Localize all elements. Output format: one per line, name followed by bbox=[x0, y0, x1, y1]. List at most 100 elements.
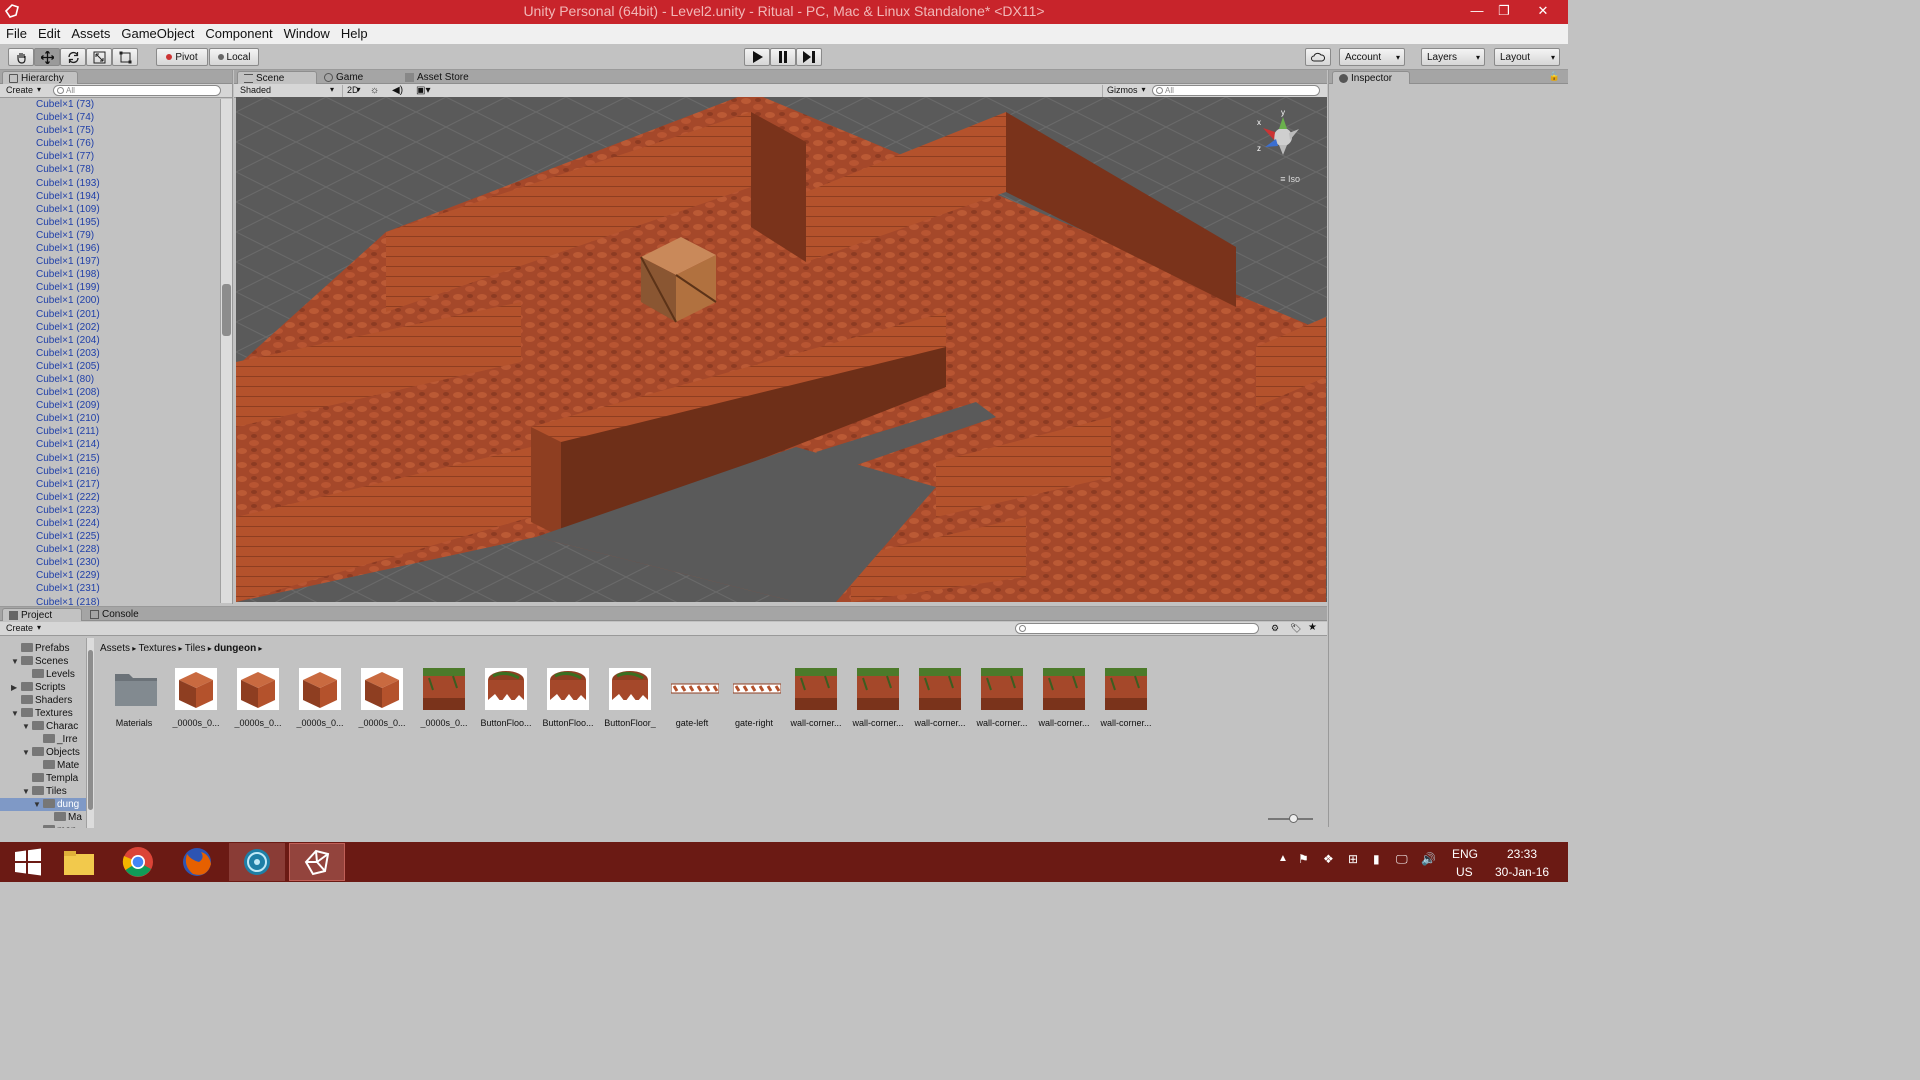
lock-icon[interactable]: 🔒 bbox=[1549, 71, 1560, 82]
hand-tool-button[interactable] bbox=[8, 48, 34, 66]
account-dropdown[interactable]: Account ▾ bbox=[1339, 48, 1405, 66]
menu-gameobject[interactable]: GameObject bbox=[115, 24, 199, 44]
rotate-tool-button[interactable] bbox=[60, 48, 86, 66]
play-button[interactable] bbox=[744, 48, 770, 66]
hierarchy-item[interactable]: Cubel×1 (228) bbox=[0, 543, 220, 556]
expand-arrow-icon[interactable]: ▼ bbox=[22, 746, 30, 759]
hierarchy-item[interactable]: Cubel×1 (205) bbox=[0, 360, 220, 373]
hierarchy-scrollbar-thumb[interactable] bbox=[222, 284, 231, 336]
hierarchy-item[interactable]: Cubel×1 (224) bbox=[0, 517, 220, 530]
hierarchy-item[interactable]: Cubel×1 (223) bbox=[0, 504, 220, 517]
asset-folder[interactable]: Materials bbox=[103, 668, 165, 728]
hierarchy-item[interactable]: Cubel×1 (201) bbox=[0, 308, 220, 321]
hierarchy-item[interactable]: Cubel×1 (199) bbox=[0, 281, 220, 294]
asset-item[interactable]: _0000s_0... bbox=[413, 668, 475, 728]
project-tree-item[interactable]: ▼ Textures bbox=[0, 707, 86, 720]
asset-item[interactable]: gate-left bbox=[661, 668, 723, 728]
hierarchy-scrollbar[interactable] bbox=[220, 99, 232, 603]
menu-window[interactable]: Window bbox=[278, 24, 335, 44]
hierarchy-item[interactable]: Cubel×1 (211) bbox=[0, 425, 220, 438]
hierarchy-item[interactable]: Cubel×1 (203) bbox=[0, 347, 220, 360]
expand-arrow-icon[interactable]: ▼ bbox=[11, 707, 19, 720]
project-tree-item[interactable]: _Irre bbox=[0, 733, 86, 746]
hierarchy-item[interactable]: Cubel×1 (216) bbox=[0, 465, 220, 478]
hierarchy-item[interactable]: Cubel×1 (231) bbox=[0, 582, 220, 595]
projection-toggle[interactable]: ≡ Iso bbox=[1280, 174, 1300, 184]
breadcrumb-item[interactable]: Tiles bbox=[185, 643, 206, 654]
thumbnail-size-slider[interactable] bbox=[1268, 814, 1313, 823]
collapse-arrow-icon[interactable]: ▶ bbox=[11, 681, 17, 694]
taskbar-file-explorer[interactable] bbox=[51, 843, 107, 881]
project-tree-item[interactable]: ▶ Scripts bbox=[0, 681, 86, 694]
project-create-dropdown[interactable]: Create bbox=[2, 623, 43, 635]
hierarchy-item[interactable]: Cubel×1 (209) bbox=[0, 399, 220, 412]
project-tree-item[interactable]: Ma bbox=[0, 811, 86, 824]
asset-item[interactable]: _0000s_0... bbox=[165, 668, 227, 728]
project-tree-item[interactable]: Shaders bbox=[0, 694, 86, 707]
project-tree-item[interactable]: Prefabs bbox=[0, 642, 86, 655]
hierarchy-item[interactable]: Cubel×1 (197) bbox=[0, 255, 220, 268]
menu-assets[interactable]: Assets bbox=[65, 24, 115, 44]
taskbar-chrome[interactable] bbox=[110, 843, 166, 881]
hierarchy-item[interactable]: Cubel×1 (210) bbox=[0, 412, 220, 425]
hierarchy-create-dropdown[interactable]: Create bbox=[2, 85, 43, 97]
asset-item[interactable]: _0000s_0... bbox=[227, 668, 289, 728]
hierarchy-item[interactable]: Cubel×1 (80) bbox=[0, 373, 220, 386]
hierarchy-item[interactable]: Cubel×1 (230) bbox=[0, 556, 220, 569]
step-button[interactable] bbox=[796, 48, 822, 66]
breadcrumb-item[interactable]: Assets bbox=[100, 643, 130, 654]
tab-game[interactable]: Game bbox=[318, 71, 388, 84]
project-tree-item[interactable]: ▼ Charac bbox=[0, 720, 86, 733]
tray-clock-date[interactable]: 30-Jan-16 bbox=[1495, 865, 1549, 879]
expand-arrow-icon[interactable]: ▼ bbox=[11, 655, 19, 668]
tray-volume-icon[interactable]: 🔊 bbox=[1421, 852, 1436, 866]
expand-arrow-icon[interactable]: ▼ bbox=[33, 824, 41, 828]
tray-language-us[interactable]: US bbox=[1456, 865, 1473, 879]
taskbar-globe-app[interactable] bbox=[229, 843, 285, 881]
rect-tool-button[interactable] bbox=[112, 48, 138, 66]
lighting-toggle-icon[interactable]: ☼ bbox=[370, 85, 379, 96]
asset-item[interactable]: _0000s_0... bbox=[289, 668, 351, 728]
project-tree-item[interactable]: ▼ man bbox=[0, 824, 86, 828]
project-tree-item[interactable]: ▼ dung bbox=[0, 798, 86, 811]
pause-button[interactable] bbox=[770, 48, 796, 66]
asset-item[interactable]: ButtonFloor_ bbox=[599, 668, 661, 728]
scene-search-input[interactable]: All bbox=[1152, 85, 1320, 96]
asset-item[interactable]: wall-corner... bbox=[909, 668, 971, 728]
maximize-button[interactable]: ❐ bbox=[1489, 0, 1519, 24]
start-button[interactable] bbox=[0, 843, 56, 881]
hierarchy-item[interactable]: Cubel×1 (79) bbox=[0, 229, 220, 242]
asset-item[interactable]: wall-corner... bbox=[1095, 668, 1157, 728]
menu-component[interactable]: Component bbox=[199, 24, 277, 44]
hierarchy-item[interactable]: Cubel×1 (217) bbox=[0, 478, 220, 491]
hierarchy-item[interactable]: Cubel×1 (109) bbox=[0, 203, 220, 216]
pivot-toggle[interactable]: Pivot bbox=[156, 48, 208, 66]
tray-language-eng[interactable]: ENG bbox=[1452, 847, 1478, 861]
project-tree-scrollbar[interactable] bbox=[86, 638, 94, 828]
toggle-2d-button[interactable]: 2D bbox=[342, 85, 363, 97]
hierarchy-item[interactable]: Cubel×1 (198) bbox=[0, 268, 220, 281]
favorites-star-icon[interactable]: ★ bbox=[1308, 622, 1317, 633]
tab-asset-store[interactable]: Asset Store bbox=[399, 71, 499, 84]
layers-dropdown[interactable]: Layers ▾ bbox=[1421, 48, 1485, 66]
tray-battery-icon[interactable]: ▮ bbox=[1373, 852, 1380, 866]
project-tree-item[interactable]: Levels bbox=[0, 668, 86, 681]
hierarchy-item[interactable]: Cubel×1 (208) bbox=[0, 386, 220, 399]
tray-show-hidden-icon[interactable]: ▲ bbox=[1278, 853, 1288, 864]
tab-console[interactable]: Console bbox=[84, 608, 164, 621]
hierarchy-item[interactable]: Cubel×1 (193) bbox=[0, 177, 220, 190]
hierarchy-item[interactable]: Cubel×1 (73) bbox=[0, 98, 220, 111]
tray-clock-time[interactable]: 23:33 bbox=[1507, 847, 1537, 861]
hierarchy-item[interactable]: Cubel×1 (78) bbox=[0, 163, 220, 176]
hierarchy-item[interactable]: Cubel×1 (77) bbox=[0, 150, 220, 163]
shading-mode-dropdown[interactable]: Shaded bbox=[236, 85, 336, 97]
tray-flag-icon[interactable]: ⚑ bbox=[1298, 852, 1309, 866]
hierarchy-item[interactable]: Cubel×1 (204) bbox=[0, 334, 220, 347]
hierarchy-item[interactable]: Cubel×1 (222) bbox=[0, 491, 220, 504]
hierarchy-item[interactable]: Cubel×1 (74) bbox=[0, 111, 220, 124]
asset-item[interactable]: wall-corner... bbox=[847, 668, 909, 728]
hierarchy-item[interactable]: Cubel×1 (202) bbox=[0, 321, 220, 334]
asset-item[interactable]: ButtonFloo... bbox=[475, 668, 537, 728]
asset-item[interactable]: ButtonFloo... bbox=[537, 668, 599, 728]
layout-dropdown[interactable]: Layout ▾ bbox=[1494, 48, 1560, 66]
